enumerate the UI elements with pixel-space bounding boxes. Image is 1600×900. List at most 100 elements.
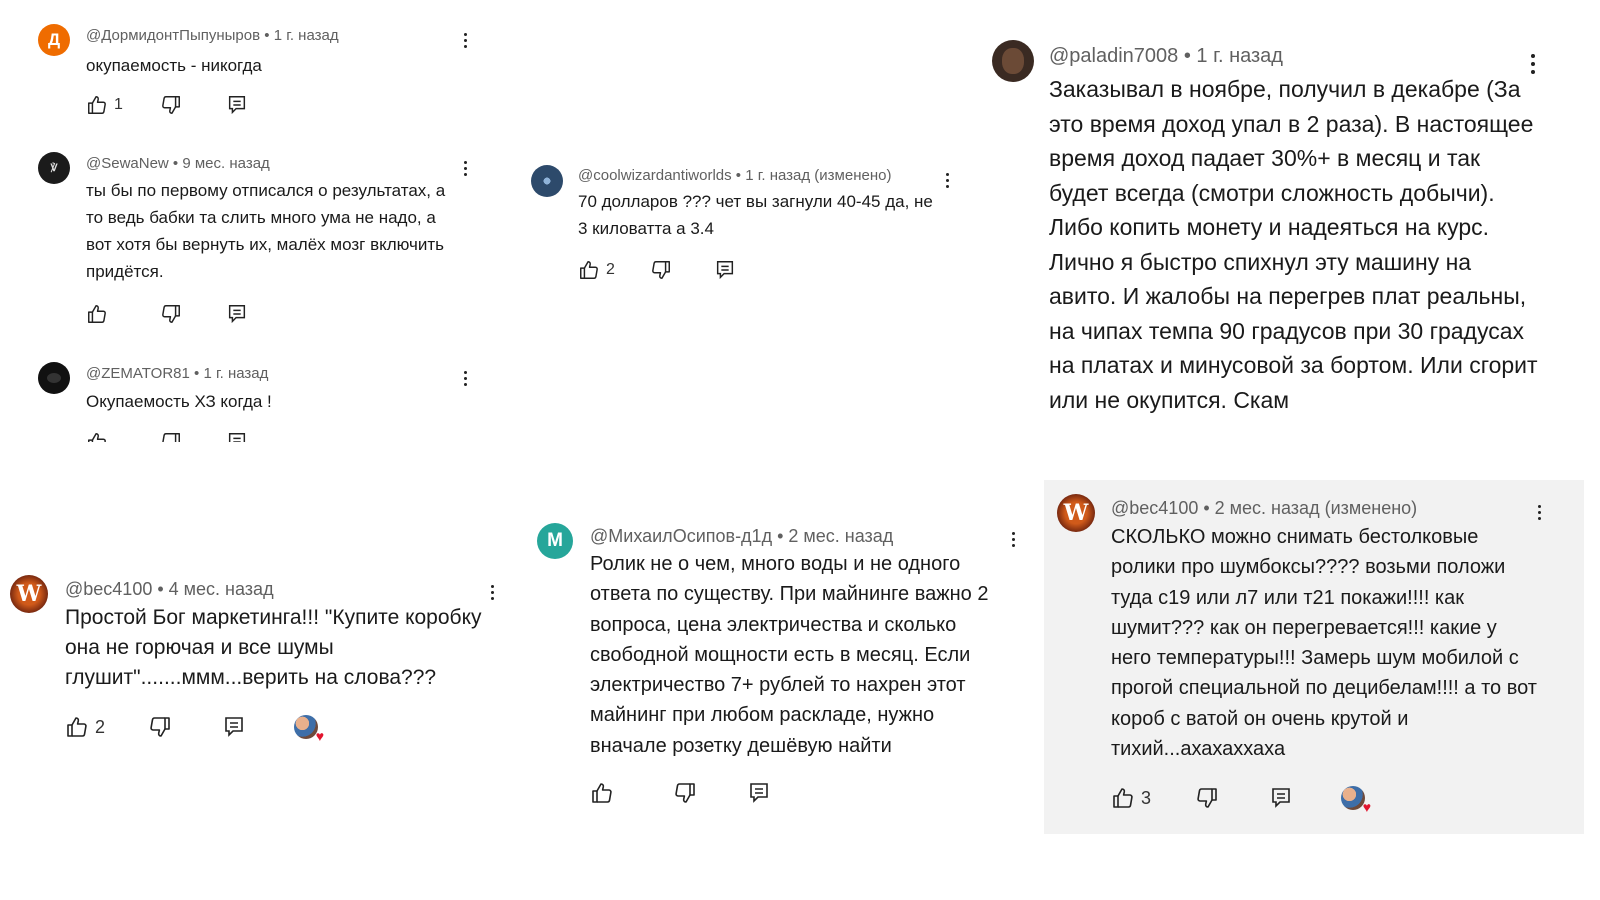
comment-meta: @МихаилОсипов-д1д • 2 мес. назад bbox=[590, 526, 893, 547]
dislike-button[interactable] bbox=[148, 715, 172, 739]
comments-panel-top-left: Д @ДормидонтПыпуныров • 1 г. назад окупа… bbox=[0, 0, 500, 442]
comment-time: 9 мес. назад bbox=[182, 155, 270, 172]
creator-heart-avatar: ♥ bbox=[294, 715, 324, 743]
reply-icon bbox=[228, 433, 246, 442]
comment-card: W @bec4100 • 4 мес. назад Простой Бог ма… bbox=[0, 560, 520, 760]
comment-time: 1 г. назад bbox=[203, 365, 269, 382]
comment-meta: @bec4100 • 4 мес. назад bbox=[65, 579, 274, 600]
dislike-button[interactable] bbox=[1195, 786, 1219, 810]
thumbs-up-icon bbox=[88, 305, 106, 323]
thumbs-down-icon bbox=[162, 96, 180, 114]
author-handle[interactable]: @SewaNew bbox=[86, 155, 169, 172]
dislike-button[interactable] bbox=[160, 303, 182, 325]
comment-text: 70 долларов ??? чет вы загнули 40-45 да,… bbox=[578, 192, 933, 238]
author-handle[interactable]: @ДормидонтПыпуныров bbox=[86, 27, 260, 44]
more-options-button[interactable] bbox=[1006, 532, 1020, 547]
comment-card: ℣ @SewaNew • 9 мес. назад ты бы по перво… bbox=[0, 140, 500, 345]
comment-meta: @ДормидонтПыпуныров • 1 г. назад bbox=[86, 27, 339, 44]
dislike-button[interactable] bbox=[673, 781, 697, 805]
comments-panel-top-middle: @coolwizardantiworlds • 1 г. назад (изме… bbox=[520, 140, 980, 310]
user-avatar[interactable]: Д bbox=[38, 24, 70, 56]
more-options-button[interactable] bbox=[940, 173, 954, 188]
reply-button[interactable] bbox=[226, 431, 248, 442]
thumbs-down-icon bbox=[150, 717, 170, 737]
thumbs-down-icon bbox=[675, 783, 695, 803]
meta-separator: • bbox=[1178, 45, 1197, 67]
comments-panel-bottom-right: W @bec4100 • 2 мес. назад (изменено) СКО… bbox=[1044, 480, 1584, 834]
thumbs-up-icon bbox=[88, 96, 106, 114]
comment-actions: 1 bbox=[86, 94, 246, 116]
user-avatar[interactable]: ℣ bbox=[38, 152, 70, 184]
dislike-button[interactable] bbox=[160, 431, 182, 442]
like-button[interactable]: 1 bbox=[86, 94, 123, 116]
more-options-button[interactable] bbox=[1525, 54, 1541, 74]
like-count: 2 bbox=[606, 261, 615, 278]
like-button[interactable]: 3 bbox=[1111, 786, 1151, 810]
more-options-button[interactable] bbox=[458, 161, 472, 176]
comments-panel-bottom-middle: М @МихаилОсипов-д1д • 2 мес. назад Ролик… bbox=[525, 505, 1035, 825]
dislike-button[interactable] bbox=[160, 94, 182, 116]
comment-card: @ZEMATOR81 • 1 г. назад Окупаемость ХЗ к… bbox=[0, 350, 500, 442]
comment-actions bbox=[590, 781, 768, 805]
user-avatar[interactable] bbox=[531, 165, 563, 197]
like-button[interactable] bbox=[86, 431, 108, 442]
thumbs-down-icon bbox=[652, 261, 670, 279]
reply-icon bbox=[750, 783, 768, 803]
dark-logo-avatar: ℣ bbox=[50, 162, 58, 174]
more-options-button[interactable] bbox=[485, 585, 499, 600]
user-avatar[interactable] bbox=[38, 362, 70, 394]
blue-art-avatar bbox=[539, 173, 555, 189]
comment-actions bbox=[86, 303, 246, 325]
comment-text: Простой Бог маркетинга!!! "Купите коробк… bbox=[65, 606, 482, 689]
reply-button[interactable] bbox=[1269, 786, 1293, 810]
comment-time: 2 мес. назад bbox=[788, 526, 894, 546]
like-button[interactable]: 2 bbox=[65, 715, 105, 739]
meta-separator: • bbox=[168, 155, 183, 172]
thumbs-down-icon bbox=[162, 433, 180, 442]
reply-button[interactable] bbox=[222, 715, 246, 739]
comments-panel-bottom-left: W @bec4100 • 4 мес. назад Простой Бог ма… bbox=[0, 560, 520, 760]
reply-icon bbox=[228, 96, 246, 115]
avatar-letter: Д bbox=[47, 30, 61, 49]
author-handle[interactable]: @coolwizardantiworlds bbox=[578, 167, 732, 184]
comment-card: @coolwizardantiworlds • 1 г. назад (изме… bbox=[520, 140, 980, 310]
reply-button[interactable] bbox=[714, 259, 736, 281]
dark-photo-avatar bbox=[47, 373, 61, 383]
comment-text: ты бы по первому отписался о результатах… bbox=[86, 181, 446, 281]
user-avatar[interactable]: М bbox=[537, 523, 573, 559]
dislike-button[interactable] bbox=[650, 259, 672, 281]
author-handle[interactable]: @ZEMATOR81 bbox=[86, 365, 190, 382]
thumbs-up-icon bbox=[88, 433, 106, 442]
like-button[interactable]: 2 bbox=[578, 259, 615, 281]
meta-separator: • bbox=[189, 365, 204, 382]
user-avatar[interactable] bbox=[992, 40, 1034, 82]
comment-meta: @paladin7008 • 1 г. назад bbox=[1049, 45, 1283, 68]
meta-separator: • bbox=[731, 167, 746, 184]
reply-button[interactable] bbox=[226, 303, 248, 325]
comment-text: Заказывал в ноябре, получил в декабре (З… bbox=[1049, 76, 1538, 413]
like-count: 3 bbox=[1141, 787, 1152, 808]
reply-button[interactable] bbox=[747, 781, 771, 805]
thumbs-up-icon bbox=[592, 783, 612, 803]
user-avatar[interactable]: W bbox=[1057, 494, 1095, 532]
more-options-button[interactable] bbox=[458, 33, 472, 48]
comment-actions: 2 bbox=[578, 259, 734, 281]
like-button[interactable] bbox=[86, 303, 108, 325]
like-button[interactable] bbox=[590, 781, 614, 805]
w-logo-avatar: W bbox=[16, 581, 42, 607]
meta-separator: • bbox=[772, 526, 789, 546]
user-avatar[interactable]: W bbox=[10, 575, 48, 613]
author-handle[interactable]: @bec4100 bbox=[1111, 498, 1198, 518]
author-handle[interactable]: @bec4100 bbox=[65, 579, 152, 599]
reply-button[interactable] bbox=[226, 94, 248, 116]
comment-text: окупаемость - никогда bbox=[86, 56, 262, 75]
meta-separator: • bbox=[1198, 498, 1215, 518]
more-options-button[interactable] bbox=[1532, 505, 1546, 520]
author-handle[interactable]: @МихаилОсипов-д1д bbox=[590, 526, 772, 546]
creator-heart-avatar: ♥ bbox=[1341, 786, 1371, 814]
more-options-button[interactable] bbox=[458, 371, 472, 386]
comment-card: @paladin7008 • 1 г. назад Заказывал в но… bbox=[985, 30, 1585, 442]
reply-icon bbox=[716, 261, 734, 280]
author-handle[interactable]: @paladin7008 bbox=[1049, 45, 1178, 67]
comment-text: Окупаемость ХЗ когда ! bbox=[86, 392, 272, 411]
